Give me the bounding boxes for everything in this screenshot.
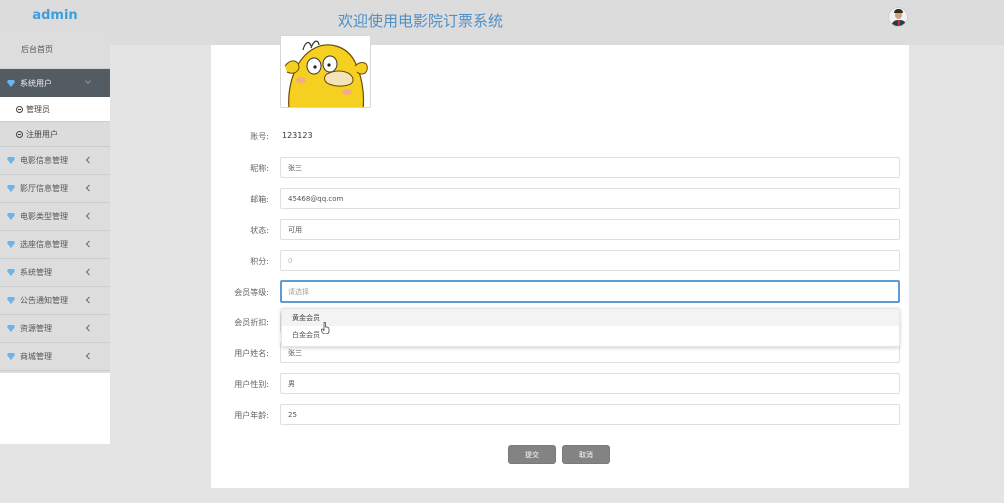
- sidebar-item-label: 资源管理: [20, 324, 52, 333]
- chevron-down-icon: [85, 80, 91, 85]
- sidebar-item-movie-info[interactable]: 电影信息管理: [0, 147, 110, 175]
- sidebar-item-label: 公告通知管理: [20, 296, 68, 305]
- sidebar-item-label: 电影信息管理: [20, 156, 68, 165]
- sidebar-item-label: 系统管理: [20, 268, 52, 277]
- points-label: 积分:: [250, 257, 269, 266]
- sidebar-item-label: 影厅信息管理: [20, 184, 68, 193]
- diamond-icon: [7, 213, 15, 220]
- top-header: admin 欢迎使用电影院订票系统: [0, 0, 1004, 45]
- diamond-icon: [7, 185, 15, 192]
- brand-logo[interactable]: admin: [0, 0, 110, 30]
- sidebar-item-label: 选座信息管理: [20, 240, 68, 249]
- sidebar-subitem-admin[interactable]: 管理员: [0, 97, 110, 122]
- diamond-icon: [7, 269, 15, 276]
- sidebar-item-movie-type[interactable]: 电影类型管理: [0, 203, 110, 231]
- sidebar-item-system-users[interactable]: 系统用户: [0, 69, 110, 97]
- diamond-icon: [7, 325, 15, 332]
- diamond-icon: [7, 157, 15, 164]
- chevron-left-icon: [85, 352, 90, 360]
- sidebar-item-label: 系统用户: [20, 78, 52, 88]
- sidebar-item-resources[interactable]: 资源管理: [0, 315, 110, 343]
- chevron-left-icon: [85, 268, 90, 276]
- dropdown-option-platinum[interactable]: 白金会员: [282, 326, 899, 343]
- user-gender-label: 用户性别:: [234, 380, 269, 389]
- cancel-button[interactable]: 取消: [562, 445, 610, 464]
- chevron-left-icon: [85, 296, 90, 304]
- nickname-input[interactable]: 张三: [280, 157, 900, 178]
- sidebar-subitem-label: 管理员: [26, 104, 50, 114]
- sidebar-item-hall-info[interactable]: 影厅信息管理: [0, 175, 110, 203]
- user-name-label: 用户姓名:: [234, 349, 269, 358]
- diamond-icon: [7, 79, 15, 87]
- chevron-left-icon: [85, 212, 90, 220]
- profile-image[interactable]: [280, 35, 371, 108]
- sidebar-subitem-registered-users[interactable]: 注册用户: [0, 122, 110, 147]
- chevron-left-icon: [85, 156, 90, 164]
- sidebar-subitem-label: 注册用户: [26, 129, 58, 139]
- page-title: 欢迎使用电影院订票系统: [338, 12, 504, 30]
- sidebar-item-home[interactable]: 后台首页: [0, 30, 110, 69]
- nickname-label: 昵称:: [250, 164, 269, 173]
- diamond-icon: [7, 297, 15, 304]
- email-label: 邮箱:: [250, 195, 269, 204]
- member-level-select[interactable]: 请选择: [280, 280, 900, 303]
- chevron-left-icon: [85, 240, 90, 248]
- user-age-input[interactable]: 25: [280, 404, 900, 425]
- sidebar-item-label: 商城管理: [20, 352, 52, 361]
- points-input[interactable]: 0: [280, 250, 900, 271]
- member-level-label: 会员等级:: [234, 288, 269, 297]
- sidebar-item-mall[interactable]: 商城管理: [0, 343, 110, 371]
- status-input[interactable]: 可用: [280, 219, 900, 240]
- user-gender-input[interactable]: 男: [280, 373, 900, 394]
- sidebar-item-announcements[interactable]: 公告通知管理: [0, 287, 110, 315]
- sidebar: 后台首页 系统用户 管理员 注册用户 电影信息管理 影厅信息管理 电影类型管理 …: [0, 30, 110, 444]
- user-avatar-icon[interactable]: [888, 7, 908, 27]
- chevron-left-icon: [85, 324, 90, 332]
- member-level-dropdown: 黄金会员 白金会员: [281, 308, 900, 347]
- chevron-left-icon: [85, 184, 90, 192]
- member-discount-label: 会员折扣:: [234, 318, 269, 327]
- sidebar-empty-area: [0, 373, 110, 444]
- minus-circle-icon: [16, 130, 23, 138]
- sidebar-item-seat-selection[interactable]: 选座信息管理: [0, 231, 110, 259]
- status-label: 状态:: [250, 226, 269, 235]
- hand-cursor-icon: [321, 322, 330, 334]
- user-age-label: 用户年龄:: [234, 411, 269, 420]
- sidebar-item-label: 电影类型管理: [20, 212, 68, 221]
- diamond-icon: [7, 353, 15, 360]
- diamond-icon: [7, 241, 15, 248]
- minus-circle-icon: [16, 105, 23, 113]
- dropdown-option-gold[interactable]: 黄金会员: [282, 309, 899, 326]
- submit-button[interactable]: 提交: [508, 445, 556, 464]
- email-input[interactable]: 45468@qq.com: [280, 188, 900, 209]
- duck-illustration: [284, 40, 368, 107]
- account-label: 账号:: [250, 132, 269, 141]
- sidebar-item-system-management[interactable]: 系统管理: [0, 259, 110, 287]
- account-value: 123123: [282, 131, 313, 140]
